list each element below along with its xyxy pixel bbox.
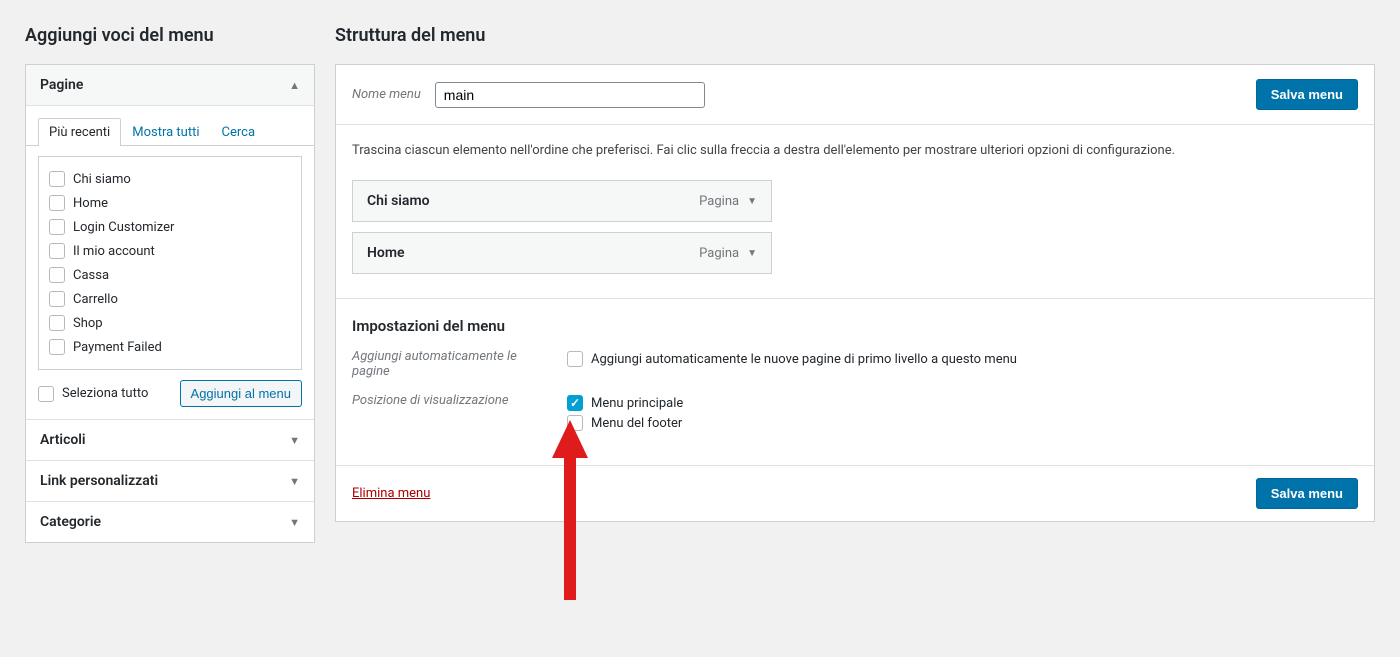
chevron-down-icon: ▼ bbox=[747, 196, 757, 207]
page-checkbox[interactable] bbox=[49, 195, 65, 211]
menu-item[interactable]: Home Pagina ▼ bbox=[352, 232, 772, 274]
page-checkbox[interactable] bbox=[49, 219, 65, 235]
page-label: Carrello bbox=[73, 292, 118, 307]
auto-add-row[interactable]: Aggiungi automaticamente le nuove pagine… bbox=[567, 349, 1358, 369]
menu-structure-heading: Struttura del menu bbox=[335, 25, 1375, 46]
auto-add-text: Aggiungi automaticamente le nuove pagine… bbox=[591, 352, 1017, 367]
pages-tabs: Più recenti Mostra tutti Cerca bbox=[26, 118, 314, 146]
instructions-text: Trascina ciascun elemento nell'ordine ch… bbox=[352, 143, 1358, 158]
tab-recent[interactable]: Più recenti bbox=[38, 118, 121, 146]
page-label: Shop bbox=[73, 316, 103, 331]
panel-pages-header[interactable]: Pagine ▲ bbox=[26, 65, 314, 106]
menu-item[interactable]: Chi siamo Pagina ▼ bbox=[352, 180, 772, 222]
location-main-checkbox[interactable] bbox=[567, 395, 583, 411]
panel-pages-label: Pagine bbox=[40, 77, 83, 93]
select-all-checkbox[interactable] bbox=[38, 386, 54, 402]
chevron-down-icon: ▼ bbox=[289, 516, 300, 529]
menu-name-label: Nome menu bbox=[352, 87, 421, 102]
location-main-row[interactable]: Menu principale bbox=[567, 393, 1358, 413]
panel-categories-label: Categorie bbox=[40, 514, 101, 530]
auto-add-checkbox[interactable] bbox=[567, 351, 583, 367]
page-checkbox[interactable] bbox=[49, 315, 65, 331]
panel-categories-header[interactable]: Categorie ▼ bbox=[26, 502, 314, 542]
select-all-row[interactable]: Seleziona tutto bbox=[38, 382, 148, 406]
menu-item-title: Chi siamo bbox=[367, 193, 430, 209]
panel-custom-links-label: Link personalizzati bbox=[40, 473, 158, 489]
page-checkbox[interactable] bbox=[49, 339, 65, 355]
select-all-label: Seleziona tutto bbox=[62, 386, 148, 401]
location-footer-checkbox[interactable] bbox=[567, 415, 583, 431]
location-main-text: Menu principale bbox=[591, 396, 683, 411]
add-menu-items-heading: Aggiungi voci del menu bbox=[25, 25, 315, 46]
menu-name-input[interactable] bbox=[435, 82, 705, 108]
page-item[interactable]: Il mio account bbox=[49, 239, 291, 263]
page-item[interactable]: Home bbox=[49, 191, 291, 215]
tab-search[interactable]: Cerca bbox=[211, 118, 267, 146]
page-item[interactable]: Shop bbox=[49, 311, 291, 335]
page-checkbox[interactable] bbox=[49, 171, 65, 187]
page-label: Chi siamo bbox=[73, 172, 131, 187]
chevron-up-icon: ▲ bbox=[289, 79, 300, 92]
page-label: Cassa bbox=[73, 268, 109, 283]
location-footer-text: Menu del footer bbox=[591, 416, 682, 431]
panel-custom-links-header[interactable]: Link personalizzati ▼ bbox=[26, 461, 314, 502]
pages-list: Chi siamo Home Login Customizer Il mio a… bbox=[38, 156, 302, 370]
menu-footer: Elimina menu Salva menu bbox=[336, 465, 1374, 521]
page-checkbox[interactable] bbox=[49, 243, 65, 259]
delete-menu-link[interactable]: Elimina menu bbox=[352, 486, 430, 501]
accordion-container: Pagine ▲ Più recenti Mostra tutti Cerca … bbox=[25, 64, 315, 543]
menu-item-title: Home bbox=[367, 245, 405, 261]
chevron-down-icon: ▼ bbox=[289, 475, 300, 488]
panel-pages-body: Più recenti Mostra tutti Cerca Chi siamo… bbox=[26, 106, 314, 420]
menu-frame: Nome menu Salva menu Trascina ciascun el… bbox=[335, 64, 1375, 522]
page-item[interactable]: Chi siamo bbox=[49, 167, 291, 191]
save-menu-button-bottom[interactable]: Salva menu bbox=[1256, 478, 1358, 509]
page-item[interactable]: Cassa bbox=[49, 263, 291, 287]
panel-articles-header[interactable]: Articoli ▼ bbox=[26, 420, 314, 461]
page-label: Login Customizer bbox=[73, 220, 174, 235]
page-label: Home bbox=[73, 196, 108, 211]
menu-header: Nome menu Salva menu bbox=[336, 65, 1374, 125]
page-label: Payment Failed bbox=[73, 340, 162, 355]
page-item[interactable]: Payment Failed bbox=[49, 335, 291, 359]
save-menu-button-top[interactable]: Salva menu bbox=[1256, 79, 1358, 110]
chevron-down-icon: ▼ bbox=[747, 248, 757, 259]
page-item[interactable]: Carrello bbox=[49, 287, 291, 311]
menu-item-type[interactable]: Pagina ▼ bbox=[699, 246, 757, 261]
location-footer-row[interactable]: Menu del footer bbox=[567, 413, 1358, 433]
tab-show-all[interactable]: Mostra tutti bbox=[121, 118, 210, 146]
menu-item-type[interactable]: Pagina ▼ bbox=[699, 194, 757, 209]
auto-add-label: Aggiungi automaticamente le pagine bbox=[352, 349, 537, 379]
add-to-menu-button[interactable]: Aggiungi al menu bbox=[180, 380, 302, 407]
chevron-down-icon: ▼ bbox=[289, 434, 300, 447]
menu-settings-heading: Impostazioni del menu bbox=[352, 317, 1358, 335]
page-item[interactable]: Login Customizer bbox=[49, 215, 291, 239]
panel-articles-label: Articoli bbox=[40, 432, 86, 448]
display-location-label: Posizione di visualizzazione bbox=[352, 393, 537, 433]
page-checkbox[interactable] bbox=[49, 267, 65, 283]
page-label: Il mio account bbox=[73, 244, 155, 259]
page-checkbox[interactable] bbox=[49, 291, 65, 307]
